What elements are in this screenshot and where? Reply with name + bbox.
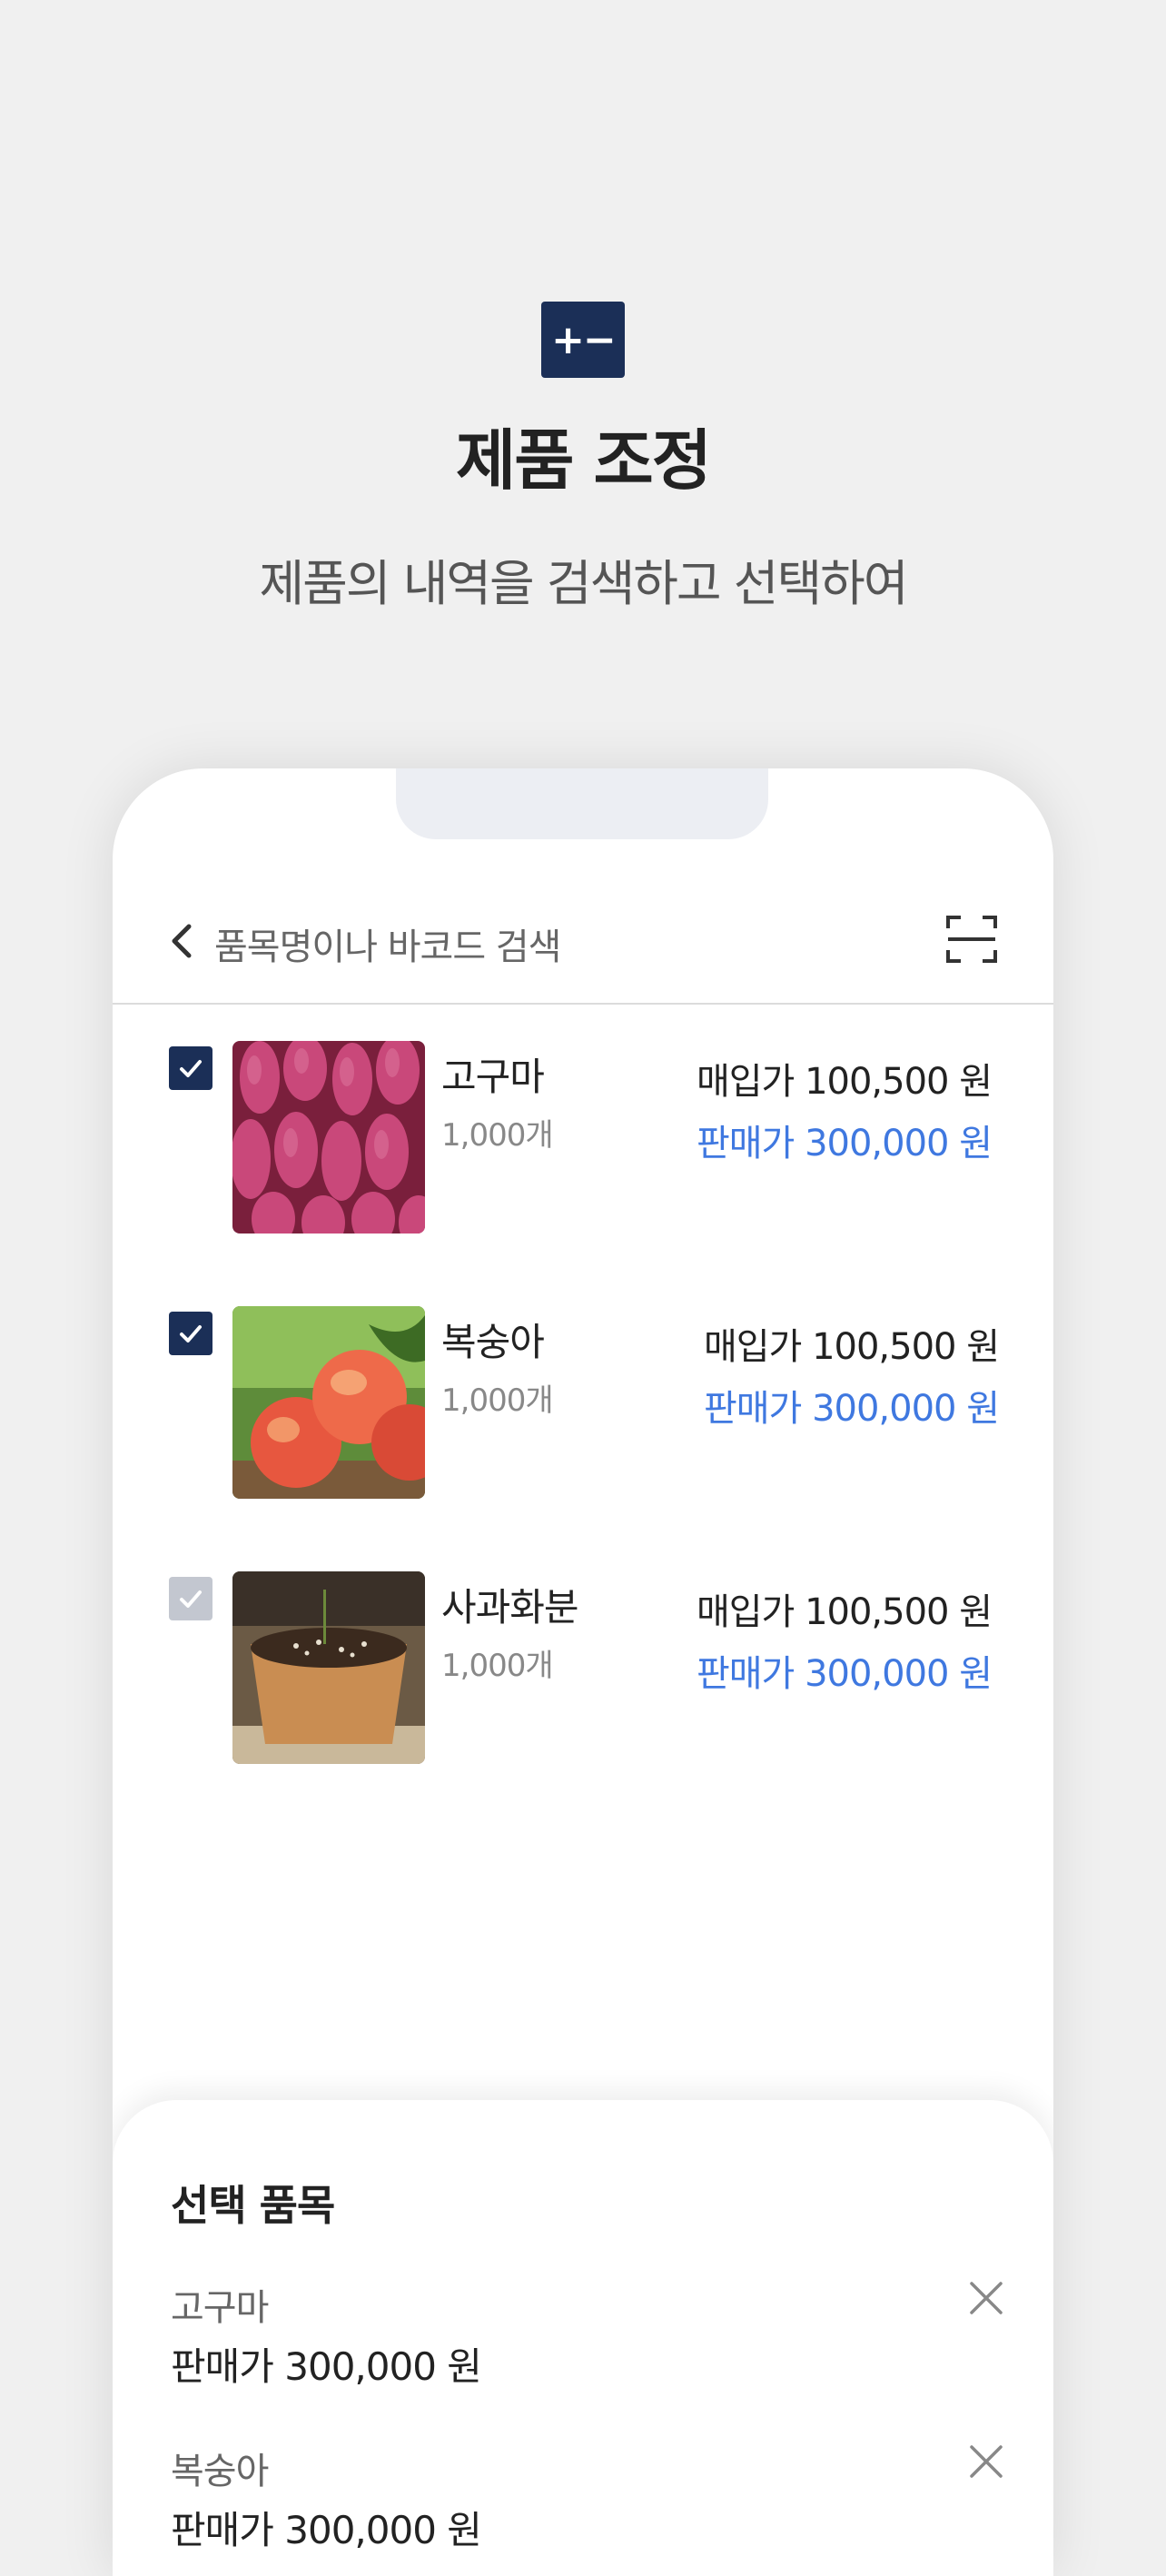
product-name: 복숭아 <box>441 1320 545 1364</box>
check-icon <box>180 1325 202 1342</box>
plus-minus-icon: +− <box>541 302 625 378</box>
page-subtitle: 제품의 내역을 검색하고 선택하여 <box>259 555 908 612</box>
sale-price: 판매가 300,000 원 <box>703 1388 1000 1430</box>
product-image-peach <box>232 1306 425 1499</box>
list-item[interactable]: 사과화분 1,000개 매입가 100,500 원 판매가 300,000 원 <box>113 1571 1053 1771</box>
search-input[interactable]: 품목명이나 바코드 검색 <box>214 917 561 970</box>
checkbox-checked[interactable] <box>169 1046 212 1090</box>
selected-item-price: 판매가 300,000 원 <box>171 2344 482 2389</box>
sale-price: 판매가 300,000 원 <box>696 1653 993 1695</box>
product-name: 고구마 <box>441 1055 545 1099</box>
product-name: 사과화분 <box>441 1585 579 1630</box>
product-quantity: 1,000개 <box>441 1382 554 1419</box>
product-quantity: 1,000개 <box>441 1117 554 1154</box>
phone-notch <box>396 768 768 839</box>
list-item[interactable]: 고구마 1,000개 매입가 100,500 원 판매가 300,000 원 <box>113 1041 1053 1241</box>
chevron-left-icon[interactable] <box>163 914 200 968</box>
close-icon[interactable] <box>966 2442 1006 2482</box>
product-image-sweet-potato <box>232 1041 425 1234</box>
purchase-price: 매입가 100,500 원 <box>696 1061 993 1103</box>
selected-item-name: 고구마 <box>171 2287 269 2329</box>
barcode-scan-icon[interactable] <box>944 912 999 966</box>
check-icon <box>180 1590 202 1608</box>
check-icon <box>180 1060 202 1077</box>
phone-screen: 품목명이나 바코드 검색 고구마 1,000개 매입가 100,500 원 판매… <box>113 768 1053 2576</box>
search-bar[interactable]: 품목명이나 바코드 검색 <box>113 883 1053 1005</box>
product-quantity: 1,000개 <box>441 1648 554 1684</box>
selected-items-sheet: 선택 품목 고구마 판매가 300,000 원 복숭아 판매가 300,000 … <box>113 2100 1053 2576</box>
selected-item: 복숭아 판매가 300,000 원 <box>171 2442 1006 2569</box>
product-image-apple-pot <box>232 1571 425 1764</box>
sheet-title: 선택 품목 <box>171 2181 335 2230</box>
close-icon[interactable] <box>966 2278 1006 2318</box>
purchase-price: 매입가 100,500 원 <box>703 1326 1000 1368</box>
list-item[interactable]: 복숭아 1,000개 매입가 100,500 원 판매가 300,000 원 <box>113 1306 1053 1506</box>
selected-item: 고구마 판매가 300,000 원 <box>171 2278 1006 2405</box>
selected-item-name: 복숭아 <box>171 2451 269 2492</box>
selected-item-price: 판매가 300,000 원 <box>171 2508 482 2552</box>
checkbox-checked[interactable] <box>169 1312 212 1355</box>
checkbox-disabled[interactable] <box>169 1577 212 1620</box>
sale-price: 판매가 300,000 원 <box>696 1123 993 1164</box>
page-title: 제품 조정 <box>455 422 712 499</box>
purchase-price: 매입가 100,500 원 <box>696 1591 993 1633</box>
